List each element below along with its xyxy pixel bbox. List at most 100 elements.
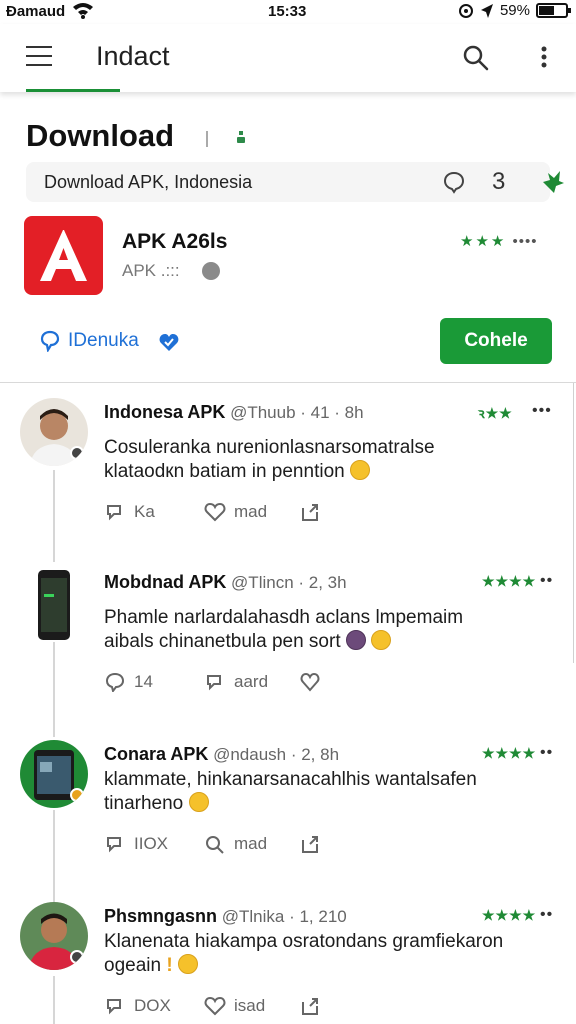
comment-icon[interactable]: [442, 170, 466, 194]
post-header: Mobdnad APK @Tlincn · 2, 3h: [104, 572, 347, 593]
thread-line: [53, 976, 55, 1024]
reply-icon: [107, 999, 121, 1015]
app-bar-title: Indact: [96, 41, 170, 71]
page-title: Download: [26, 118, 175, 153]
post-body: Cosuleranka nurenionlasnarsomatralse kla…: [104, 437, 435, 482]
reply-button[interactable]: DOX: [104, 996, 204, 1016]
post-author[interactable]: Phsmngasnn: [104, 906, 217, 926]
avatar[interactable]: [20, 902, 88, 970]
battery-percent: 59%: [499, 2, 530, 19]
post-actions: DOX isad: [104, 996, 320, 1016]
section-divider: [0, 382, 576, 383]
search-query[interactable]: Download APK, Indonesia: [44, 172, 252, 193]
comment-icon: [105, 672, 125, 692]
app-subtitle: APK .:::: [122, 261, 180, 280]
rating-stars: ★★★: [460, 233, 507, 250]
post-meta: @Thuub · 41 · 8h: [225, 403, 364, 422]
primary-action-button[interactable]: Cohele: [440, 318, 552, 364]
reply-icon: [107, 505, 121, 521]
wifi-icon: [73, 3, 93, 19]
follow-link[interactable]: IDenuka: [40, 330, 139, 352]
emoji-icon: [177, 954, 198, 974]
post-rating: ★★★★: [482, 573, 537, 589]
rating-more[interactable]: ••••: [513, 233, 538, 250]
like-button[interactable]: mad: [204, 502, 300, 522]
reply-button[interactable]: 14: [104, 672, 204, 692]
thread-line: [53, 810, 55, 902]
post-meta: @Tlincn · 2, 3h: [226, 573, 347, 592]
follow-label[interactable]: IDenuka: [68, 330, 139, 352]
clock: 15:33: [268, 3, 307, 20]
heart-icon: [204, 502, 226, 522]
menu-icon[interactable]: [26, 46, 52, 66]
reply-button[interactable]: Ka: [104, 502, 204, 522]
tab-indicator: [26, 89, 120, 92]
share-button[interactable]: [300, 502, 320, 522]
post-header: Indonesa APK @Thuub · 41 · 8h: [104, 402, 364, 423]
app-name: APK A26ls: [122, 230, 228, 253]
avatar[interactable]: [20, 398, 88, 466]
app-logo[interactable]: [24, 216, 103, 295]
post-header: Conara APK @ndaush · 2, 8h: [104, 744, 339, 765]
post-body: klammate, hinkanarsanacahlhis wantalsafe…: [104, 769, 477, 814]
post-rating: ★★★★: [482, 907, 537, 923]
more-vert-icon[interactable]: [536, 44, 552, 70]
share-icon: [302, 998, 318, 1015]
battery-icon: [536, 3, 571, 18]
leaf-icon[interactable]: [540, 169, 566, 195]
status-bar: Ɖamaud 15:33 59%: [0, 0, 576, 24]
post-rating: ꝛ★★: [478, 405, 513, 421]
verified-icon: [159, 334, 179, 351]
counter-badge: 3: [492, 168, 506, 195]
search-icon: [206, 836, 224, 854]
scroll-rail: [573, 383, 574, 663]
post-meta: @ndaush · 2, 8h: [208, 745, 340, 764]
search-bar[interactable]: Download APK, Indonesia 3: [26, 162, 564, 202]
post-more[interactable]: •••: [532, 402, 552, 420]
thread-line: [53, 470, 55, 562]
post-meta: @Tlnika · 1, 210: [217, 907, 347, 926]
post-body: Klanenata hiakampa osratondans gramfieka…: [104, 931, 504, 976]
title-divider: [206, 131, 208, 147]
post-author[interactable]: Mobdnad APK: [104, 572, 226, 592]
post-header: Phsmngasnn @Tlnika · 1, 210: [104, 906, 347, 927]
app-logo-a-icon: [40, 230, 87, 281]
app-rating: ★★★ ••••: [460, 232, 538, 250]
post-actions: 14 aard: [104, 672, 320, 692]
avatar[interactable]: [20, 740, 88, 808]
location-icon: [480, 3, 493, 18]
emoji-icon: [349, 460, 370, 480]
post-author[interactable]: Indonesa APK: [104, 402, 225, 422]
like-button[interactable]: [300, 672, 320, 692]
reply-icon: [107, 837, 121, 853]
post-more[interactable]: ••: [540, 572, 553, 590]
search-post-button[interactable]: mad: [204, 834, 300, 854]
post-more[interactable]: ••: [540, 744, 553, 762]
emoji-icon: [371, 630, 392, 650]
share-icon: [302, 504, 318, 521]
reply-icon: [207, 675, 221, 691]
reply-button[interactable]: IIOX: [104, 834, 204, 854]
carrier-label: Ɖamaud: [6, 3, 66, 20]
post-actions: IIOX mad: [104, 834, 320, 854]
emoji-icon: [345, 630, 366, 650]
share-icon: [302, 836, 318, 853]
like-button[interactable]: isad: [204, 996, 300, 1016]
post-body: Phamle narlardalahasdh aclans lmpemaim a…: [104, 607, 464, 652]
share-button[interactable]: [300, 996, 320, 1016]
app-bar: Indact: [0, 24, 576, 92]
heart-icon: [204, 996, 226, 1016]
pin-icon[interactable]: [234, 130, 248, 148]
thread-line: [53, 642, 55, 737]
info-icon[interactable]: [202, 262, 220, 280]
post-author[interactable]: Conara APK: [104, 744, 208, 764]
emoji-icon: [188, 792, 209, 812]
search-icon[interactable]: [462, 44, 490, 72]
repost-button[interactable]: aard: [204, 672, 300, 692]
share-button[interactable]: [300, 834, 320, 854]
device-thumbnail[interactable]: [38, 570, 70, 640]
post-more[interactable]: ••: [540, 906, 553, 924]
post-rating: ★★★★: [482, 745, 537, 761]
alarm-icon: [458, 3, 473, 18]
heart-icon: [300, 672, 320, 692]
